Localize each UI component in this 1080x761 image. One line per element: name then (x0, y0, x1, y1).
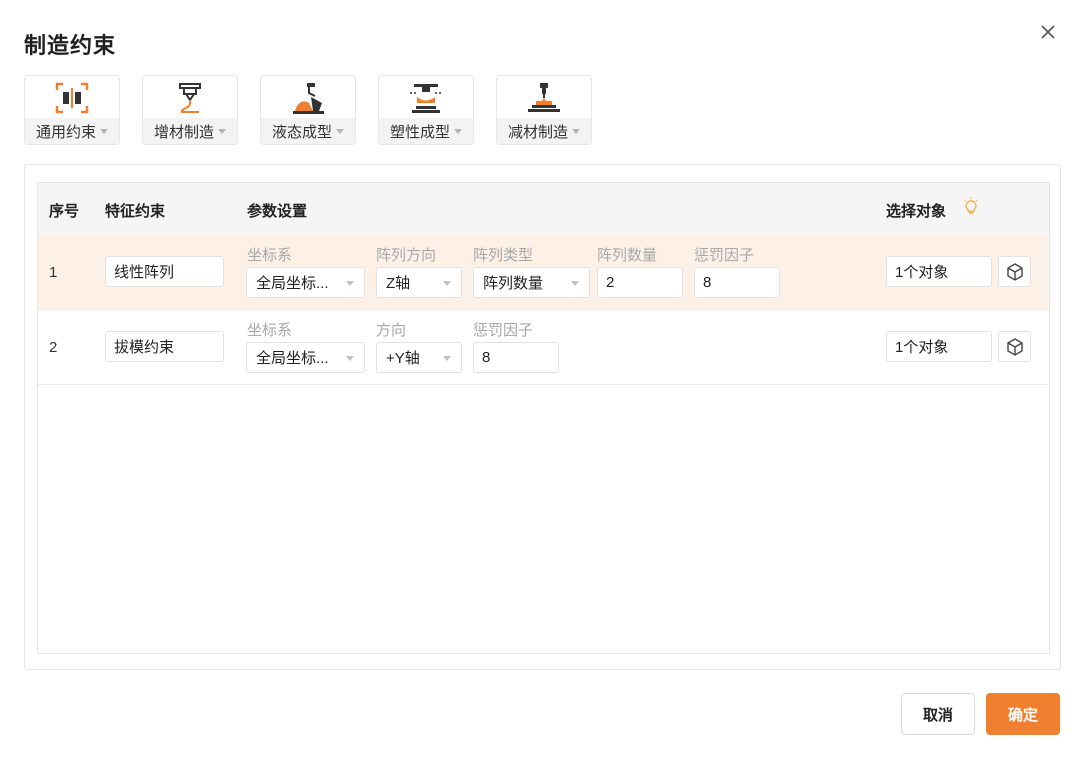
chevron-down-icon (571, 281, 579, 286)
header-params: 参数设置 (247, 203, 308, 220)
param-label: 坐标系 (247, 247, 293, 264)
tool-label: 减材制造 (507, 123, 568, 141)
chevron-down-icon[interactable] (336, 128, 344, 134)
select-object-button[interactable] (998, 256, 1031, 287)
direction-select[interactable]: +Y轴 (376, 342, 462, 373)
select-value: 全局坐标... (256, 275, 329, 292)
table-row[interactable]: 2 拔模约束 坐标系 全局坐标... 方向 +Y轴 惩罚因子 8 1个对象 (38, 310, 1049, 385)
plastic-forming-icon (379, 80, 473, 116)
select-value: Z轴 (386, 275, 411, 292)
chevron-down-icon[interactable] (100, 128, 108, 134)
select-object-button[interactable] (998, 331, 1031, 362)
param-label: 坐标系 (247, 322, 293, 339)
tool-subtractive-manufacturing[interactable]: 减材制造 (496, 75, 592, 145)
general-constraint-icon (25, 80, 119, 116)
subtractive-manufacturing-icon (497, 80, 591, 116)
additive-manufacturing-icon (143, 80, 237, 116)
target-object-field[interactable]: 1个对象 (886, 256, 992, 287)
table-header: 序号 特征约束 参数设置 选择对象 (38, 183, 1049, 235)
tool-liquid-forming[interactable]: 液态成型 (260, 75, 356, 145)
close-icon[interactable] (1036, 20, 1060, 44)
row-index: 2 (49, 339, 58, 356)
lightbulb-icon[interactable] (963, 197, 979, 221)
header-index: 序号 (49, 203, 80, 220)
confirm-button[interactable]: 确定 (986, 693, 1060, 735)
tool-label: 通用约束 (35, 123, 96, 141)
chevron-down-icon (346, 281, 354, 286)
chevron-down-icon (443, 356, 451, 361)
target-object-field[interactable]: 1个对象 (886, 331, 992, 362)
cube-icon (1006, 337, 1023, 356)
liquid-forming-icon (261, 80, 355, 116)
param-label: 惩罚因子 (473, 322, 534, 339)
chevron-down-icon (443, 281, 451, 286)
param-label: 阵列方向 (376, 247, 437, 264)
row-index: 1 (49, 264, 58, 281)
param-label: 惩罚因子 (694, 247, 755, 264)
cube-icon (1006, 262, 1023, 281)
param-label: 方向 (376, 322, 407, 339)
constraint-panel: 序号 特征约束 参数设置 选择对象 1 线性阵列 坐标系 全局坐标... 阵列方… (24, 164, 1061, 670)
chevron-down-icon (346, 356, 354, 361)
feature-name-input[interactable]: 线性阵列 (105, 256, 224, 287)
header-feature: 特征约束 (105, 203, 166, 220)
tool-label: 增材制造 (153, 123, 214, 141)
param-label: 阵列数量 (597, 247, 658, 264)
feature-name-input[interactable]: 拔模约束 (105, 331, 224, 362)
table-row[interactable]: 1 线性阵列 坐标系 全局坐标... 阵列方向 Z轴 阵列类型 阵列数量 阵列数… (38, 235, 1049, 310)
manufacturing-constraint-dialog: 制造约束 通用约束 增材制造 液态成型 塑性成型 减材制造 序号 特征约束 参数… (0, 0, 1080, 761)
chevron-down-icon[interactable] (572, 128, 580, 134)
tool-plastic-forming[interactable]: 塑性成型 (378, 75, 474, 145)
dialog-title: 制造约束 (24, 33, 117, 58)
param-label: 阵列类型 (473, 247, 534, 264)
constraint-table: 序号 特征约束 参数设置 选择对象 1 线性阵列 坐标系 全局坐标... 阵列方… (37, 182, 1050, 654)
array-type-select[interactable]: 阵列数量 (473, 267, 590, 298)
penalty-factor-input[interactable]: 8 (473, 342, 559, 373)
select-value: 阵列数量 (483, 275, 544, 292)
tool-label: 塑性成型 (389, 123, 450, 141)
tool-label: 液态成型 (271, 123, 332, 141)
chevron-down-icon[interactable] (218, 128, 226, 134)
penalty-factor-input[interactable]: 8 (694, 267, 780, 298)
constraint-category-toolbar: 通用约束 增材制造 液态成型 塑性成型 减材制造 (24, 75, 592, 145)
coord-system-select[interactable]: 全局坐标... (246, 342, 365, 373)
direction-select[interactable]: Z轴 (376, 267, 462, 298)
array-count-input[interactable]: 2 (597, 267, 683, 298)
tool-additive-manufacturing[interactable]: 增材制造 (142, 75, 238, 145)
chevron-down-icon[interactable] (454, 128, 462, 134)
coord-system-select[interactable]: 全局坐标... (246, 267, 365, 298)
select-value: +Y轴 (386, 350, 420, 367)
select-value: 全局坐标... (256, 350, 329, 367)
header-target: 选择对象 (886, 203, 947, 220)
cancel-button[interactable]: 取消 (901, 693, 975, 735)
tool-general-constraint[interactable]: 通用约束 (24, 75, 120, 145)
